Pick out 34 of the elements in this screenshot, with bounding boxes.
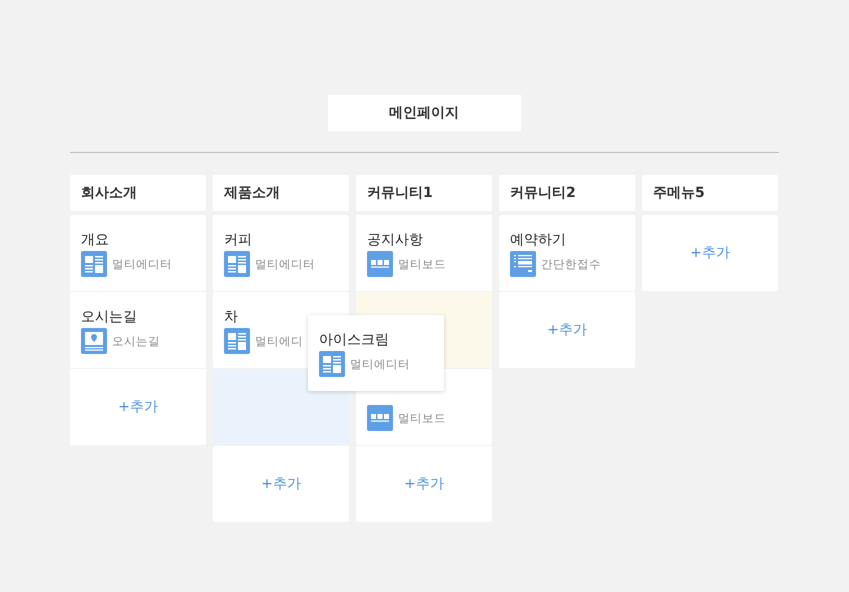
page-title: 메인페이지 xyxy=(328,95,520,131)
menu-type: 멀티보드 xyxy=(398,256,446,272)
menu-type: 멀티에디 xyxy=(255,334,303,348)
menu-card[interactable]: 아이스크림 멀티에디터 xyxy=(308,315,444,391)
form-icon xyxy=(510,251,536,277)
menu-type: 멀티에디터 xyxy=(255,256,315,272)
column-header: 회사소개 xyxy=(70,175,206,211)
menu-card[interactable]: 커피 멀티에디터 xyxy=(213,215,349,291)
menu-name: 개요 xyxy=(81,231,110,250)
editor-icon xyxy=(81,251,107,277)
menu-name: 공지사항 xyxy=(367,231,424,250)
menu-type: 간단한접수 xyxy=(541,256,601,272)
editor-icon xyxy=(224,251,250,277)
editor-icon xyxy=(224,328,250,354)
column-header: 커뮤니티2 xyxy=(499,175,635,211)
editor-icon xyxy=(319,351,345,377)
column-header: 주메뉴5 xyxy=(642,175,778,211)
menu-name: 오시는길 xyxy=(81,308,138,327)
menu-type: 멀티에디터 xyxy=(112,256,172,272)
menu-name: 커피 xyxy=(224,231,253,250)
map-pin-icon xyxy=(81,328,107,354)
column-header: 제품소개 xyxy=(213,175,349,211)
menu-card[interactable]: 예약하기 간단한접수 xyxy=(499,215,635,291)
menu-card[interactable]: 공지사항 멀티보드 xyxy=(356,215,492,291)
menu-type: 오시는길 xyxy=(112,334,160,348)
column-header: 커뮤니티1 xyxy=(356,175,492,211)
board-icon xyxy=(367,405,393,431)
menu-type: 멀티보드 xyxy=(398,410,446,426)
menu-card[interactable]: 개요 멀티에디터 xyxy=(70,215,206,291)
menu-type: 멀티에디터 xyxy=(350,356,410,372)
menu-card[interactable]: 오시는길 오시는길 xyxy=(70,292,206,368)
menu-name: 예약하기 xyxy=(510,231,567,250)
menu-name: 차 xyxy=(224,308,239,327)
board-icon xyxy=(367,251,393,277)
